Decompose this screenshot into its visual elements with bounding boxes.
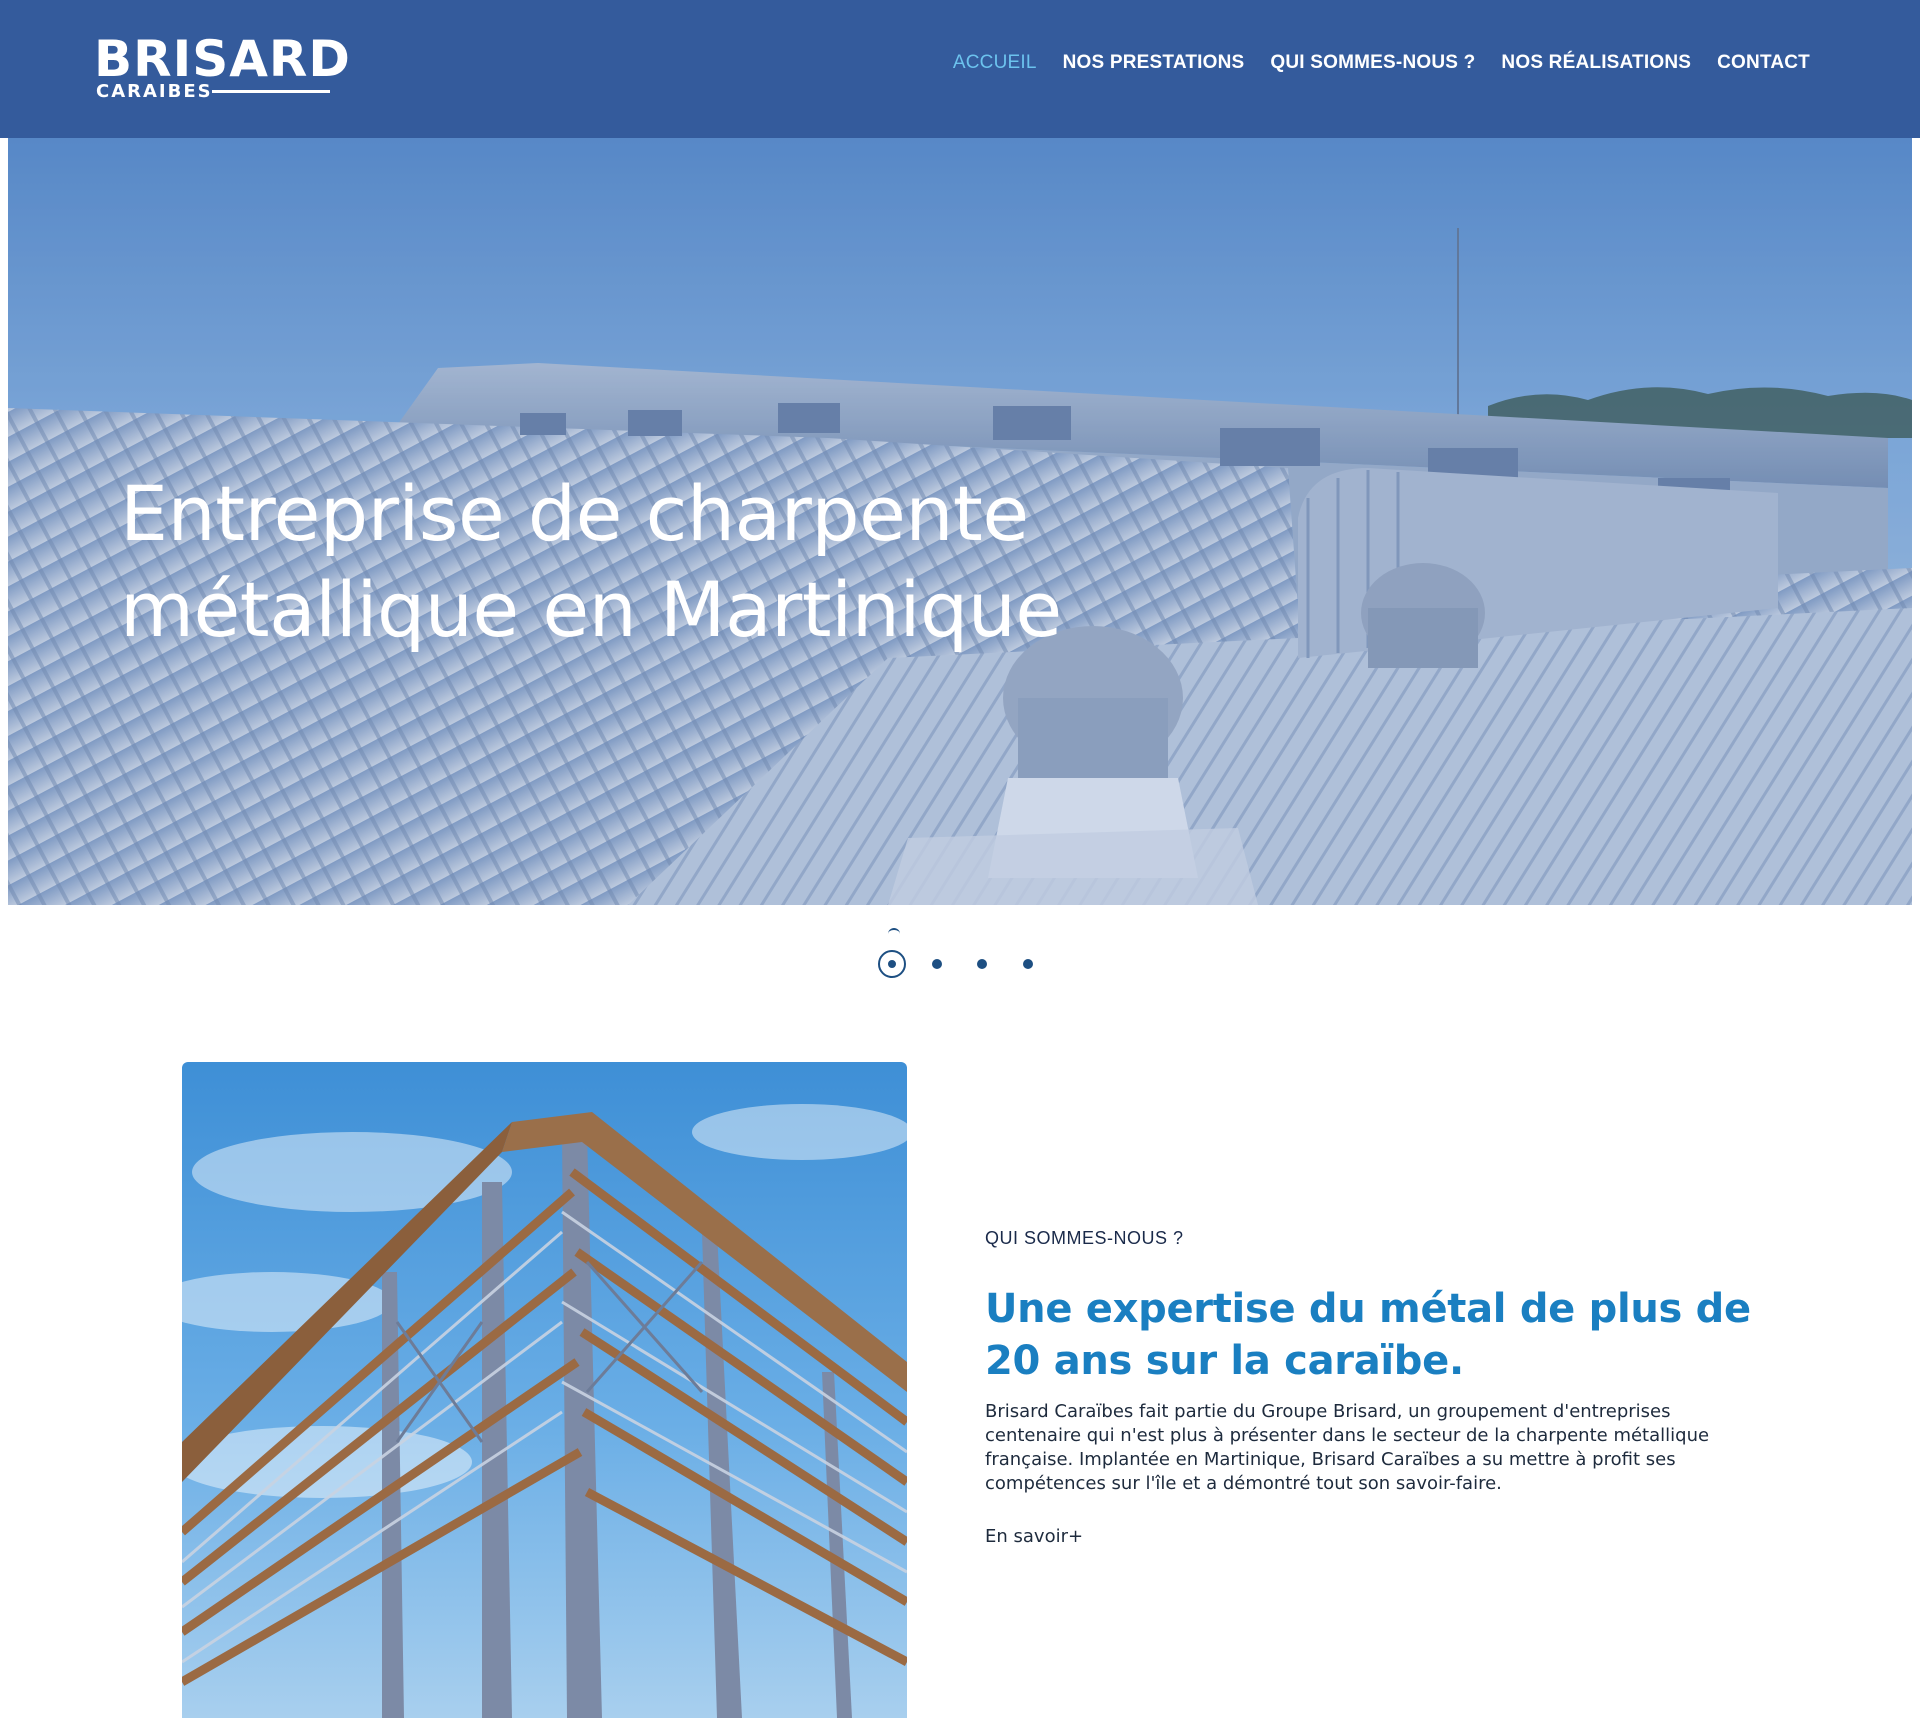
hero-title-line1: Entreprise de charpente	[120, 469, 1029, 558]
slider-dot-2[interactable]	[932, 959, 942, 969]
brisard-logo[interactable]: BRISARD CARAIBES	[94, 32, 350, 104]
slider-dot-4[interactable]	[1023, 959, 1033, 969]
slider-arc-icon	[888, 928, 900, 934]
section-eyebrow: QUI SOMMES-NOUS ?	[985, 1228, 1184, 1248]
hero-slider: Entreprise de charpente métallique en Ma…	[8, 138, 1912, 905]
main-nav: ACCUEIL NOS PRESTATIONS QUI SOMMES-NOUS …	[953, 52, 1810, 74]
nav-item-prestations[interactable]: NOS PRESTATIONS	[1063, 52, 1245, 74]
slider-dot-1[interactable]	[878, 950, 906, 978]
logo-underline	[212, 90, 330, 93]
nav-item-qui-sommes-nous[interactable]: QUI SOMMES-NOUS ?	[1270, 52, 1475, 74]
nav-item-contact[interactable]: CONTACT	[1717, 52, 1810, 74]
steel-frame-image	[182, 1062, 907, 1718]
section-title: Une expertise du métal de plus de 20 ans…	[985, 1286, 1751, 1384]
site-header: BRISARD CARAIBES ACCUEIL NOS PRESTATIONS…	[0, 0, 1920, 138]
section-description: Brisard Caraïbes fait partie du Groupe B…	[985, 1401, 1710, 1494]
logo-subtitle: CARAIBES	[96, 81, 213, 102]
logo-wordmark: BRISARD	[94, 30, 351, 88]
nav-item-accueil[interactable]: ACCUEIL	[953, 52, 1037, 74]
hero-title: Entreprise de charpente métallique en Ma…	[120, 466, 1120, 658]
slider-dots	[878, 928, 1038, 980]
hero-title-line2: métallique en Martinique	[120, 565, 1062, 654]
nav-item-realisations[interactable]: NOS RÉALISATIONS	[1501, 52, 1691, 74]
steel-structure-illustration	[182, 1104, 907, 1718]
slider-dot-3[interactable]	[977, 959, 987, 969]
learn-more-link[interactable]: En savoir+	[985, 1526, 1083, 1547]
